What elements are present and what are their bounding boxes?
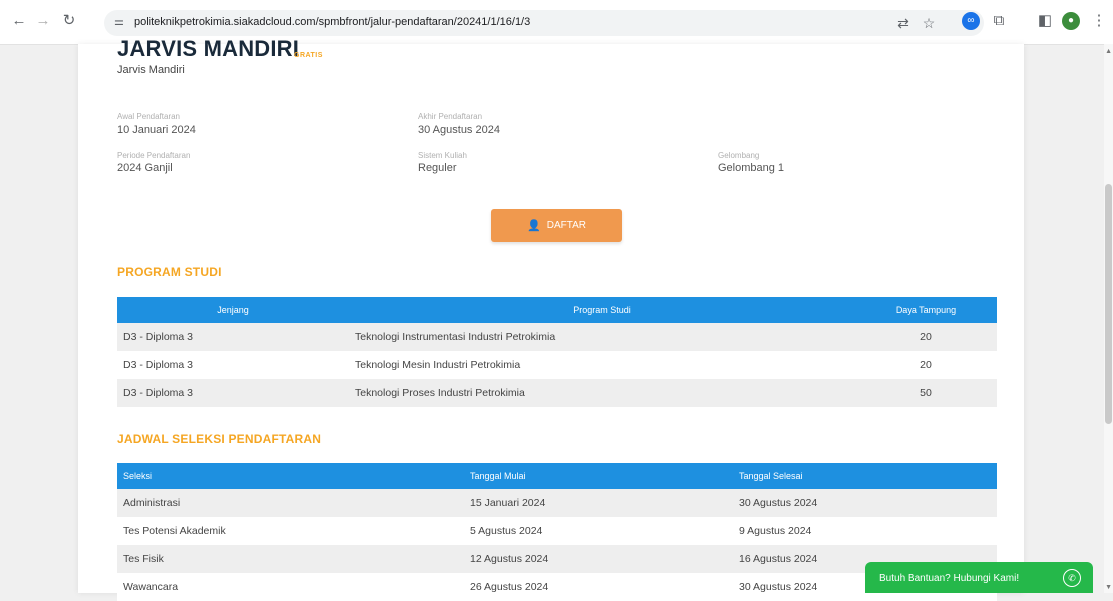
help-whatsapp-button[interactable]: Butuh Bantuan? Hubungi Kami! ✆ — [865, 562, 1093, 593]
table-row: Tes Potensi Akademik 5 Agustus 2024 9 Ag… — [117, 517, 997, 545]
end-date-label: Akhir Pendaftaran — [418, 112, 483, 121]
table-cell: D3 - Diploma 3 — [117, 351, 349, 379]
extension-icon[interactable]: ∞ — [962, 12, 980, 30]
end-date-value: 30 Agustus 2024 — [418, 124, 500, 136]
scrollbar[interactable] — [1104, 44, 1113, 593]
scroll-down-icon[interactable]: ▼ — [1105, 584, 1112, 591]
table-cell: Teknologi Mesin Industri Petrokimia — [349, 351, 855, 379]
address-bar[interactable]: ⚌ politeknikpetrokimia.siakadcloud.com/s… — [104, 10, 984, 36]
table-cell: 50 — [855, 379, 997, 407]
system-label: Sistem Kuliah — [418, 151, 467, 160]
table-cell: Wawancara — [117, 573, 464, 601]
start-date-value: 10 Januari 2024 — [117, 124, 196, 136]
period-label: Periode Pendaftaran — [117, 151, 191, 160]
table-header: Daya Tampung — [855, 297, 997, 323]
table-cell: D3 - Diploma 3 — [117, 379, 349, 407]
table-header: Seleksi — [117, 463, 464, 489]
table-header: Jenjang — [117, 297, 349, 323]
table-header: Tanggal Mulai — [464, 463, 733, 489]
page-subtitle: Jarvis Mandiri — [117, 64, 185, 76]
help-label: Butuh Bantuan? Hubungi Kami! — [879, 573, 1020, 584]
table-cell: Administrasi — [117, 489, 464, 517]
menu-icon[interactable]: ⋮ — [1090, 12, 1108, 30]
table-cell: 30 Agustus 2024 — [733, 489, 997, 517]
table-cell: Tes Potensi Akademik — [117, 517, 464, 545]
table-row: D3 - Diploma 3 Teknologi Instrumentasi I… — [117, 323, 997, 351]
jadwal-title: JADWAL SELEKSI PENDAFTARAN — [117, 432, 322, 446]
table-cell: 12 Agustus 2024 — [464, 545, 733, 573]
whatsapp-icon: ✆ — [1063, 569, 1081, 587]
page-title: JARVIS MANDIRI — [117, 36, 300, 61]
table-cell: 5 Agustus 2024 — [464, 517, 733, 545]
table-cell: Teknologi Proses Industri Petrokimia — [349, 379, 855, 407]
scrollbar-thumb[interactable] — [1105, 184, 1112, 424]
register-button[interactable]: 👤 DAFTAR — [491, 209, 622, 242]
table-cell: 9 Agustus 2024 — [733, 517, 997, 545]
translate-icon[interactable]: ⇄ — [894, 14, 912, 32]
table-cell: Teknologi Instrumentasi Industri Petroki… — [349, 323, 855, 351]
site-info-icon[interactable]: ⚌ — [114, 15, 124, 28]
table-header: Program Studi — [349, 297, 855, 323]
program-studi-table: Jenjang Program Studi Daya Tampung D3 - … — [117, 297, 997, 407]
reload-icon[interactable]: ↻ — [60, 12, 78, 30]
table-cell: D3 - Diploma 3 — [117, 323, 349, 351]
register-button-label: DAFTAR — [546, 220, 586, 231]
star-icon[interactable]: ☆ — [920, 14, 938, 32]
table-row: Administrasi 15 Januari 2024 30 Agustus … — [117, 489, 997, 517]
program-studi-title: PROGRAM STUDI — [117, 265, 222, 279]
side-panel-icon[interactable]: ◧ — [1036, 12, 1054, 30]
period-value: 2024 Ganjil — [117, 162, 173, 174]
wave-value: Gelombang 1 — [718, 162, 785, 174]
table-cell: 20 — [855, 323, 997, 351]
back-icon[interactable]: ← — [10, 12, 28, 30]
profile-icon[interactable]: ● — [1062, 12, 1080, 30]
table-cell: 26 Agustus 2024 — [464, 573, 733, 601]
table-row: D3 - Diploma 3 Teknologi Mesin Industri … — [117, 351, 997, 379]
table-cell: 20 — [855, 351, 997, 379]
table-cell: 15 Januari 2024 — [464, 489, 733, 517]
url-text[interactable]: politeknikpetrokimia.siakadcloud.com/spm… — [134, 16, 530, 28]
table-header: Tanggal Selesai — [733, 463, 997, 489]
forward-icon[interactable]: → — [34, 12, 52, 30]
table-cell: Tes Fisik — [117, 545, 464, 573]
wave-label: Gelombang — [718, 151, 760, 160]
add-user-icon: 👤 — [527, 220, 541, 232]
start-date-label: Awal Pendaftaran — [117, 112, 181, 121]
price-badge: GRATIS — [294, 52, 323, 59]
table-row: D3 - Diploma 3 Teknologi Proses Industri… — [117, 379, 997, 407]
extensions-puzzle-icon[interactable]: ⧉ — [990, 12, 1008, 30]
scroll-up-icon[interactable]: ▲ — [1105, 48, 1112, 55]
system-value: Reguler — [418, 162, 457, 174]
